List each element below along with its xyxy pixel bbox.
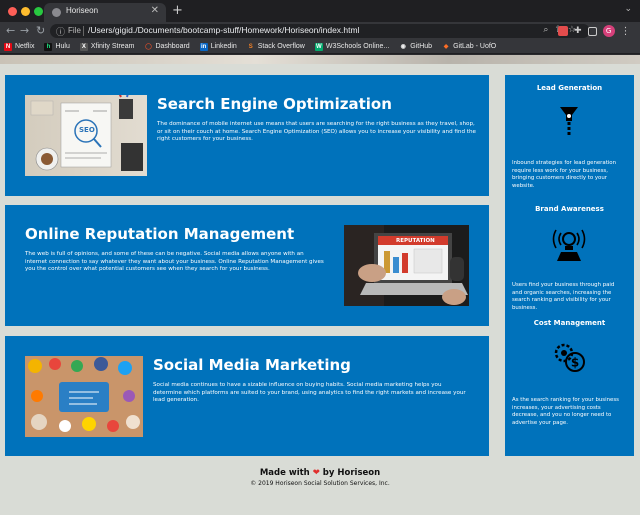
bookmark-label: GitHub	[410, 43, 433, 50]
page-footer: Made with ❤ by Horiseon © 2019 Horiseon …	[0, 468, 640, 487]
svg-text:$: $	[571, 356, 579, 370]
orm-section: Online Reputation Management The web is …	[5, 205, 489, 326]
bookmarks-bar: N Netflix h Hulu X Xfinity Stream ◯ Dashboar…	[0, 40, 640, 54]
bookmark-label: Xfinity Stream	[90, 43, 135, 50]
url-text[interactable]: /Users/gigid./Documents/bootcamp-stuff/H…	[88, 25, 359, 35]
bookmark-stackoverflow[interactable]: S Stack Overflow	[247, 43, 305, 51]
new-tab-button[interactable]: +	[172, 3, 183, 19]
lead-generation-icon	[560, 107, 578, 135]
footer-made-with: Made with ❤ by Horiseon	[0, 468, 640, 478]
smm-image	[25, 356, 143, 437]
bookmark-xfinity[interactable]: X Xfinity Stream	[79, 42, 135, 51]
gitlab-icon: ◆	[443, 43, 449, 50]
url-scheme-label: File	[68, 26, 81, 35]
brand-awareness-body: Users find your business through paid an…	[512, 282, 615, 311]
bookmark-gitlab[interactable]: ◆ GitLab - UofO	[442, 43, 497, 51]
back-arrow-icon[interactable]: ←	[6, 23, 15, 39]
address-divider	[83, 26, 84, 36]
lead-generation-body: Inbound strategies for lead generation r…	[512, 160, 617, 189]
bookmark-netflix[interactable]: N Netflix	[4, 42, 35, 51]
window-titlebar: Horiseon ✕ + ⌄	[0, 0, 640, 22]
bookmark-github[interactable]: ◉ GitHub	[399, 43, 432, 51]
footer-made-prefix: Made with	[259, 468, 310, 478]
xfinity-icon: X	[79, 42, 88, 51]
dashboard-icon: ◯	[145, 43, 152, 50]
close-tab-icon[interactable]: ✕	[151, 5, 159, 16]
cost-management-body: As the search ranking for your business …	[512, 397, 619, 426]
orm-image-label: REPUTATION	[396, 238, 435, 244]
profile-avatar[interactable]: G	[602, 25, 615, 37]
bookmark-label: Linkedin	[210, 43, 237, 50]
bookmark-label: W3Schools Online...	[325, 43, 390, 50]
orm-image: REPUTATION	[344, 225, 469, 306]
close-window-button[interactable]	[8, 7, 17, 16]
seo-body: The dominance of mobile internet use mea…	[157, 121, 476, 143]
bookmark-label: GitLab - UofO	[453, 43, 497, 50]
reload-icon[interactable]: ↻	[36, 23, 45, 39]
orm-body: The web is full of opinions, and some of…	[25, 251, 324, 273]
sidebar-icon[interactable]	[587, 26, 597, 36]
smm-body: Social media continues to have a sizable…	[153, 382, 466, 404]
footer-copyright: © 2019 Horiseon Social Solution Services…	[250, 480, 390, 487]
stackoverflow-icon: S	[248, 43, 253, 50]
bookmark-label: Dashboard	[155, 43, 190, 50]
bookmark-label: Hulu	[55, 43, 70, 50]
address-bar[interactable]: ⓘ File /Users/gigid./Documents/bootcamp-…	[50, 24, 590, 38]
seo-image-label: SEO	[79, 126, 95, 134]
seo-title: Search Engine Optimization	[157, 95, 392, 113]
github-icon: ◉	[400, 43, 406, 50]
hulu-icon: h	[44, 42, 53, 51]
cost-management-icon: $	[554, 343, 585, 372]
info-icon[interactable]: ⓘ	[56, 25, 65, 38]
cost-management-title: Cost Management	[533, 319, 606, 327]
hero-image-edge	[0, 55, 640, 64]
extension-icon[interactable]	[558, 26, 568, 36]
tab-title: Horiseon	[66, 6, 99, 15]
brand-awareness-icon	[552, 229, 586, 261]
bookmark-dashboard[interactable]: ◯ Dashboard	[144, 43, 190, 51]
lead-generation-title: Lead Generation	[536, 84, 603, 92]
browser-tab-horiseon[interactable]: Horiseon ✕	[44, 3, 166, 22]
linkedin-icon: in	[199, 42, 208, 51]
orm-title: Online Reputation Management	[25, 225, 295, 243]
bookmark-hulu[interactable]: h Hulu	[44, 42, 70, 51]
maximize-window-button[interactable]	[34, 7, 43, 16]
extension-area: ✚ G ⋮	[558, 25, 631, 37]
bookmark-w3schools[interactable]: W W3Schools Online...	[314, 42, 390, 51]
browser-toolbar: ← → ↻ ⓘ File /Users/gigid./Documents/boo…	[0, 22, 640, 40]
smm-title: Social Media Marketing	[153, 356, 351, 374]
puzzle-icon[interactable]: ✚	[574, 26, 582, 36]
forward-arrow-icon[interactable]: →	[20, 23, 29, 39]
minimize-window-button[interactable]	[21, 7, 30, 16]
w3schools-icon: W	[314, 42, 323, 51]
globe-icon	[52, 8, 61, 17]
bookmark-label: Netflix	[15, 43, 35, 50]
netflix-icon: N	[4, 42, 12, 51]
seo-image: SEO	[25, 95, 147, 176]
chevron-down-icon[interactable]: ⌄	[624, 4, 632, 14]
footer-made-suffix: by Horiseon	[322, 468, 381, 478]
kebab-menu-icon[interactable]: ⋮	[621, 26, 631, 37]
smm-section: Social Media Marketing Social media cont…	[5, 336, 489, 456]
brand-awareness-title: Brand Awareness	[535, 205, 604, 213]
benefits-sidebar: Lead Generation Inbound strategies for l…	[505, 75, 634, 456]
seo-section: SEO Search Engine Optimization The domin…	[5, 75, 489, 196]
bookmark-label: Stack Overflow	[257, 43, 305, 50]
page-viewport: SEO Search Engine Optimization The domin…	[0, 55, 640, 515]
heart-icon: ❤	[312, 468, 320, 478]
bookmark-linkedin[interactable]: in Linkedin	[199, 42, 237, 51]
